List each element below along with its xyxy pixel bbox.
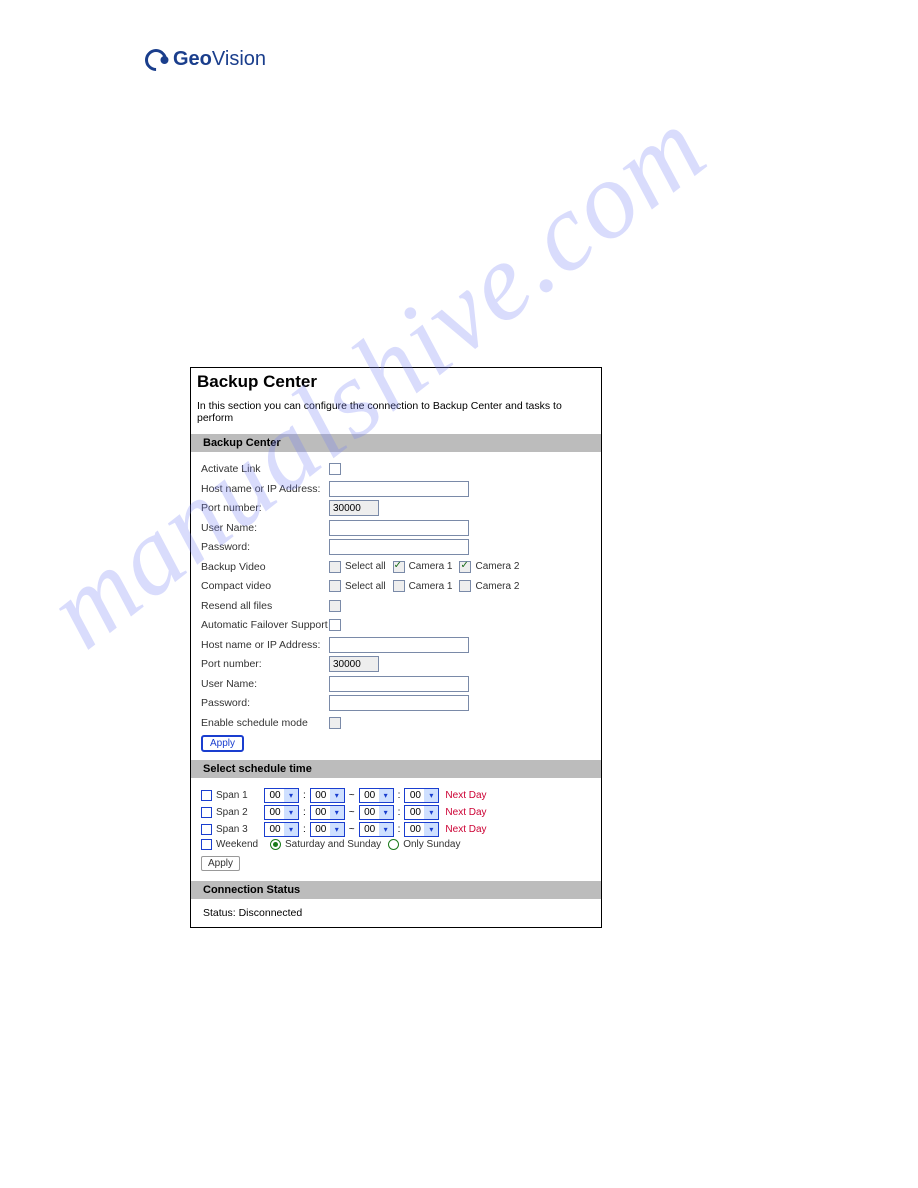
brand-logo: GeoVision [145, 48, 266, 71]
activate-link-label: Activate Link [201, 463, 329, 475]
apply-button-1[interactable]: Apply [201, 735, 244, 752]
pass1-label: Password: [201, 541, 329, 553]
failover-checkbox[interactable] [329, 619, 341, 631]
activate-link-checkbox[interactable] [329, 463, 341, 475]
chevron-down-icon: ▾ [424, 823, 438, 836]
bv-cam1-label: Camera 1 [409, 561, 453, 572]
section-backup-center-header: Backup Center [191, 434, 601, 452]
logo-icon [140, 44, 171, 75]
weekend-opt1-label: Saturday and Sunday [285, 839, 381, 850]
resend-checkbox[interactable] [329, 600, 341, 612]
span3-hh1[interactable]: 00▾ [264, 822, 299, 837]
pass2-input[interactable] [329, 695, 469, 711]
brand-text: GeoVision [173, 48, 266, 71]
cv-cam1-checkbox[interactable] [393, 580, 405, 592]
brand-right: Vision [212, 48, 266, 70]
chevron-down-icon: ▾ [284, 789, 298, 802]
chevron-down-icon: ▾ [330, 823, 344, 836]
port1-label: Port number: [201, 502, 329, 514]
port2-input[interactable] [329, 656, 379, 672]
panel-title: Backup Center [191, 368, 601, 394]
span1-hh2[interactable]: 00▾ [359, 788, 394, 803]
user1-label: User Name: [201, 522, 329, 534]
port1-input[interactable] [329, 500, 379, 516]
backup-video-label: Backup Video [201, 561, 329, 573]
brand-left: Geo [173, 48, 212, 70]
weekend-opt2-radio[interactable] [388, 839, 399, 850]
span3-mm1[interactable]: 00▾ [310, 822, 345, 837]
chevron-down-icon: ▾ [379, 823, 393, 836]
span3-checkbox[interactable] [201, 824, 212, 835]
chevron-down-icon: ▾ [330, 806, 344, 819]
weekend-checkbox[interactable] [201, 839, 212, 850]
span2-hh2[interactable]: 00▾ [359, 805, 394, 820]
span1-mm2[interactable]: 00▾ [404, 788, 439, 803]
host1-label: Host name or IP Address: [201, 483, 329, 495]
bv-cam2-checkbox[interactable] [459, 561, 471, 573]
user1-input[interactable] [329, 520, 469, 536]
cv-cam2-checkbox[interactable] [459, 580, 471, 592]
bv-selectall-checkbox[interactable] [329, 561, 341, 573]
enable-sched-label: Enable schedule mode [201, 717, 329, 729]
host1-input[interactable] [329, 481, 469, 497]
cv-cam2-label: Camera 2 [475, 581, 519, 592]
backup-center-panel: Backup Center In this section you can co… [190, 367, 602, 928]
span1-mm1[interactable]: 00▾ [310, 788, 345, 803]
pass2-label: Password: [201, 697, 329, 709]
weekend-label: Weekend [216, 839, 266, 850]
user2-input[interactable] [329, 676, 469, 692]
weekend-row: Weekend Saturday and Sunday Only Sunday [201, 839, 591, 850]
compact-video-label: Compact video [201, 580, 329, 592]
failover-label: Automatic Failover Support [201, 619, 329, 631]
panel-description: In this section you can configure the co… [191, 394, 601, 434]
cv-selectall-checkbox[interactable] [329, 580, 341, 592]
span3-mm2[interactable]: 00▾ [404, 822, 439, 837]
span1-nextday: Next Day [445, 790, 486, 801]
span3-nextday: Next Day [445, 824, 486, 835]
host2-input[interactable] [329, 637, 469, 653]
bv-cam1-checkbox[interactable] [393, 561, 405, 573]
weekend-opt1-radio[interactable] [270, 839, 281, 850]
span2-nextday: Next Day [445, 807, 486, 818]
host2-label: Host name or IP Address: [201, 639, 329, 651]
section-status-header: Connection Status [191, 881, 601, 899]
backup-center-form: Activate Link Host name or IP Address: P… [191, 452, 601, 760]
bv-selectall-label: Select all [345, 561, 386, 572]
bv-cam2-label: Camera 2 [475, 561, 519, 572]
cv-cam1-label: Camera 1 [409, 581, 453, 592]
chevron-down-icon: ▾ [330, 789, 344, 802]
chevron-down-icon: ▾ [424, 789, 438, 802]
span2-row: Span 2 00▾ : 00▾ ~ 00▾ : 00▾ Next Day [201, 805, 591, 820]
span2-checkbox[interactable] [201, 807, 212, 818]
user2-label: User Name: [201, 678, 329, 690]
port2-label: Port number: [201, 658, 329, 670]
chevron-down-icon: ▾ [424, 806, 438, 819]
enable-sched-checkbox[interactable] [329, 717, 341, 729]
span1-hh1[interactable]: 00▾ [264, 788, 299, 803]
span1-checkbox[interactable] [201, 790, 212, 801]
apply-button-2[interactable]: Apply [201, 856, 240, 871]
section-schedule-header: Select schedule time [191, 760, 601, 778]
span1-row: Span 1 00▾ : 00▾ ~ 00▾ : 00▾ Next Day [201, 788, 591, 803]
chevron-down-icon: ▾ [379, 806, 393, 819]
chevron-down-icon: ▾ [379, 789, 393, 802]
span2-hh1[interactable]: 00▾ [264, 805, 299, 820]
resend-label: Resend all files [201, 600, 329, 612]
span3-row: Span 3 00▾ : 00▾ ~ 00▾ : 00▾ Next Day [201, 822, 591, 837]
span2-mm1[interactable]: 00▾ [310, 805, 345, 820]
schedule-form: Span 1 00▾ : 00▾ ~ 00▾ : 00▾ Next Day Sp… [191, 778, 601, 881]
connection-status-text: Status: Disconnected [191, 899, 601, 927]
span2-mm2[interactable]: 00▾ [404, 805, 439, 820]
chevron-down-icon: ▾ [284, 823, 298, 836]
span2-label: Span 2 [216, 807, 260, 818]
span1-label: Span 1 [216, 790, 260, 801]
span3-label: Span 3 [216, 824, 260, 835]
pass1-input[interactable] [329, 539, 469, 555]
cv-selectall-label: Select all [345, 581, 386, 592]
weekend-opt2-label: Only Sunday [403, 839, 460, 850]
span3-hh2[interactable]: 00▾ [359, 822, 394, 837]
chevron-down-icon: ▾ [284, 806, 298, 819]
